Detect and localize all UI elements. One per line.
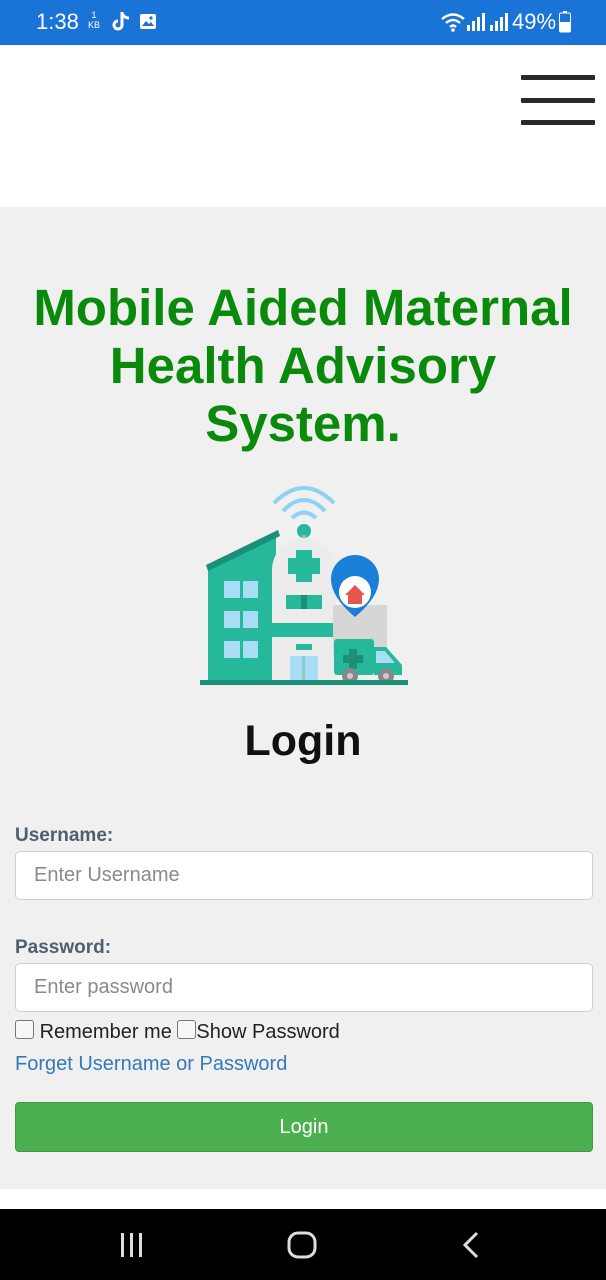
remember-me-checkbox[interactable] [15,1020,34,1039]
top-header [0,45,606,207]
username-input[interactable] [15,851,593,900]
status-time: 1:38 [36,9,79,34]
show-password-label[interactable]: Show Password [196,1021,339,1043]
signal-icon [489,13,509,36]
battery-icon [559,11,571,38]
password-input[interactable] [15,963,593,1012]
gallery-icon [139,13,157,35]
data-speed-indicator: 1 KB [88,10,101,30]
username-label: Username: [15,825,114,846]
wifi-icon [440,12,466,37]
recent-apps-icon[interactable] [118,1233,146,1262]
password-label: Password: [15,937,112,958]
show-password-checkbox[interactable] [177,1020,197,1039]
battery-percent: 49% [512,9,557,34]
login-heading: Login [244,717,362,765]
system-nav-bar [0,1209,606,1280]
hospital-illustration [198,475,410,685]
app-title: Mobile Aided Maternal Health Advisory Sy… [33,279,573,452]
status-bar: 1:38 1 KB 49% [0,0,606,45]
login-button[interactable]: Login [15,1102,593,1152]
hamburger-menu-icon[interactable] [521,75,595,129]
signal-icon [466,13,486,36]
footer-strip [0,1189,606,1209]
login-panel: Mobile Aided Maternal Health Advisory Sy… [0,207,606,1189]
checkbox-row: Remember me Show Password [15,1020,340,1044]
back-icon[interactable] [461,1231,481,1264]
home-icon[interactable] [287,1231,317,1264]
forgot-credentials-link[interactable]: Forget Username or Password [15,1053,287,1076]
tiktok-icon [111,11,131,38]
remember-me-label[interactable]: Remember me [40,1021,172,1043]
